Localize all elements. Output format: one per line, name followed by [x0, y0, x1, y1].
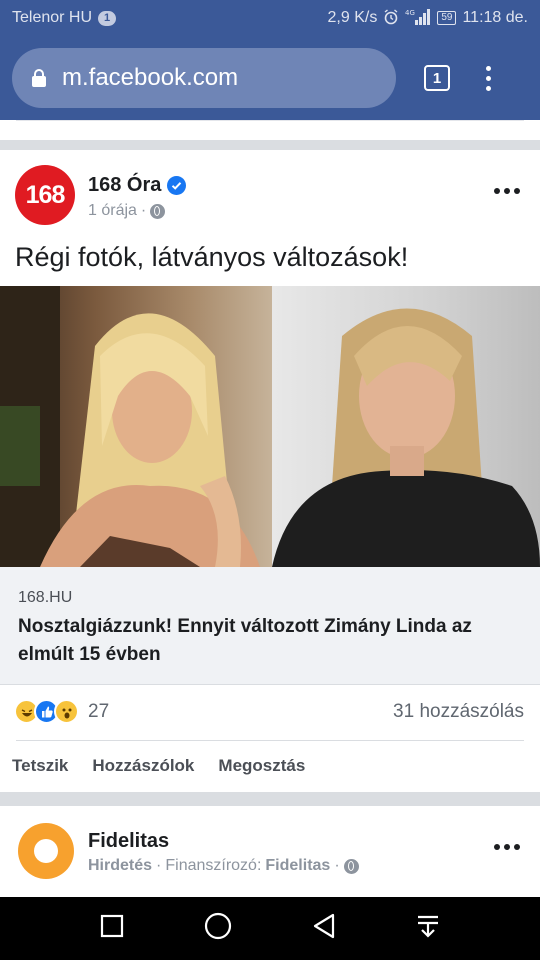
globe-icon	[150, 203, 166, 219]
browser-menu-icon[interactable]	[486, 65, 491, 91]
share-button[interactable]: Megosztás	[218, 756, 305, 776]
old-photo	[0, 286, 272, 567]
reactions-row: 27 31 hozzászólás	[0, 685, 540, 741]
post-time[interactable]: 1 órája	[88, 202, 137, 220]
tab-switcher-button[interactable]: 1	[424, 65, 450, 91]
sponsor-name[interactable]: Fidelitas	[265, 857, 330, 875]
address-bar[interactable]: m.facebook.com	[12, 48, 396, 108]
recents-square-icon[interactable]	[100, 914, 124, 943]
comment-button[interactable]: Hozzászólok	[92, 756, 194, 776]
verified-badge-icon	[167, 176, 187, 195]
lock-icon	[32, 69, 46, 87]
alarm-icon	[383, 8, 399, 28]
status-bar: Telenor HU 1 2,9 K/s 4G 59 11:18 de.	[0, 0, 540, 36]
home-circle-icon[interactable]	[204, 912, 232, 945]
page-avatar[interactable]: 168	[15, 165, 75, 225]
advertiser-avatar[interactable]	[18, 823, 74, 879]
reactions-summary[interactable]: 27	[14, 699, 109, 724]
page-name-row: 168 Óra	[88, 174, 187, 197]
status-right: 2,9 K/s 4G 59 11:18 de.	[328, 8, 528, 29]
post-text: Régi fotók, látványos változások!	[15, 242, 409, 272]
wow-reaction-icon	[54, 699, 79, 724]
post-meta: 1 órája ·	[88, 202, 166, 220]
sponsored-label: Hirdetés	[88, 857, 153, 874]
url-text: m.facebook.com	[62, 64, 239, 91]
battery-icon: 59	[437, 11, 457, 25]
previous-post-end	[0, 120, 540, 140]
comment-count[interactable]: 31 hozzászólás	[393, 701, 524, 723]
link-domain: 168.HU	[18, 589, 73, 606]
network-speed: 2,9 K/s	[327, 9, 378, 26]
back-triangle-icon[interactable]	[312, 913, 336, 944]
ad-meta: Hirdetés · Finanszírozó: Fidelitas ·	[88, 857, 359, 875]
post-actions: Tetszik Hozzászólok Megosztás	[12, 756, 305, 776]
carrier-name: Telenor HU	[12, 9, 93, 26]
signal-icon: 4G	[405, 8, 431, 29]
link-preview[interactable]: 168.HU Nosztalgiázzunk! Ennyit változott…	[0, 567, 540, 685]
page-name[interactable]: 168 Óra	[88, 174, 161, 197]
actions-divider	[16, 740, 524, 741]
sponsored-post: Fidelitas Hirdetés · Finanszírozó: Fidel…	[0, 806, 540, 898]
clock: 11:18 de.	[462, 9, 528, 26]
network-type: 4G	[405, 9, 415, 17]
like-button[interactable]: Tetszik	[12, 756, 68, 776]
notification-pulldown-icon[interactable]	[416, 914, 440, 943]
ad-options-icon[interactable]	[494, 844, 520, 850]
advertiser-name[interactable]: Fidelitas	[88, 830, 169, 853]
globe-icon	[343, 858, 359, 874]
link-title: Nosztalgiázzunk! Ennyit változott Zimány…	[18, 616, 472, 665]
carrier-info: Telenor HU 1	[12, 9, 117, 27]
sponsor-prefix: Finanszírozó:	[165, 857, 262, 874]
sim-badge: 1	[98, 10, 117, 26]
post-header: 168 168 Óra 1 órája ·	[0, 150, 540, 230]
browser-toolbar: m.facebook.com 1	[0, 36, 540, 120]
system-navigation-bar	[0, 897, 540, 960]
link-preview-image[interactable]	[0, 286, 540, 567]
news-feed-post: 168 168 Óra 1 órája · Régi fotók, látván…	[0, 150, 540, 792]
new-photo	[272, 286, 540, 567]
meta-separator: ·	[140, 202, 147, 219]
post-options-icon[interactable]	[494, 188, 520, 194]
reaction-count: 27	[88, 700, 110, 722]
